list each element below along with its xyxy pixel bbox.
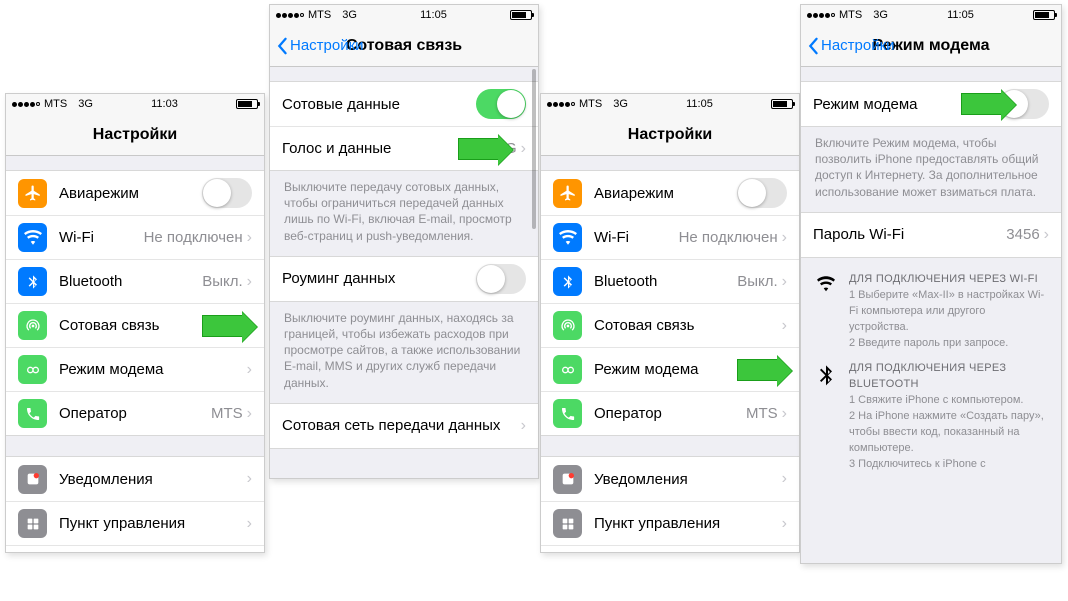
- cellular-icon: [553, 311, 582, 340]
- bluetooth-icon: [18, 267, 47, 296]
- row-carrier[interactable]: Оператор MTS ›: [6, 391, 264, 435]
- control-center-icon: [18, 509, 47, 538]
- note-hotspot: Включите Режим модема, чтобы позволить i…: [801, 127, 1061, 208]
- chevron-right-icon: ›: [247, 317, 252, 335]
- chevron-right-icon: ›: [247, 229, 252, 247]
- row-carrier[interactable]: Оператор MTS ›: [541, 391, 799, 435]
- wifi-instructions-header: ДЛЯ ПОДКЛЮЧЕНИЯ ЧЕРЕЗ WI-FI: [849, 272, 1047, 288]
- row-hotspot[interactable]: Режим модема ›: [541, 347, 799, 391]
- chevron-right-icon: ›: [247, 470, 252, 488]
- airplane-icon: [18, 179, 47, 208]
- phone-icon: [18, 399, 47, 428]
- status-bar: MTS 3G 11:05: [541, 94, 799, 114]
- phone-settings-1: MTS 3G 11:03 Настройки Авиарежим Wi-Fi Н…: [5, 93, 265, 553]
- phone-cellular: MTS 3G 11:05 Настройки Сотовая связь Сот…: [269, 4, 539, 479]
- chevron-right-icon: ›: [247, 273, 252, 291]
- row-hotspot-toggle[interactable]: Режим модема: [801, 82, 1061, 126]
- hotspot-toggle[interactable]: [999, 89, 1049, 119]
- chevron-right-icon: ›: [782, 515, 787, 533]
- notifications-icon: [18, 465, 47, 494]
- wifi-icon: [18, 223, 47, 252]
- bluetooth-glyph-icon: [815, 361, 837, 473]
- nav-bar: Настройки Сотовая связь: [270, 25, 538, 67]
- row-airplane[interactable]: Авиарежим: [541, 171, 799, 215]
- nav-bar: Настройки: [541, 114, 799, 156]
- row-notifications[interactable]: Уведомления ›: [6, 457, 264, 501]
- cell-data-toggle[interactable]: [476, 89, 526, 119]
- row-wifi[interactable]: Wi-Fi Не подключен ›: [6, 215, 264, 259]
- wifi-step-1: 1 Выберите «Max-II» в настройках Wi-Fi к…: [849, 288, 1047, 336]
- row-control-center[interactable]: Пункт управления ›: [541, 501, 799, 545]
- status-bar: MTS 3G 11:05: [270, 5, 538, 25]
- row-voice-data[interactable]: Голос и данные 3G ›: [270, 126, 538, 170]
- chevron-right-icon: ›: [247, 361, 252, 379]
- note-cellular: Выключите передачу сотовых данных, чтобы…: [270, 171, 538, 252]
- airplane-toggle[interactable]: [737, 178, 787, 208]
- row-wifi[interactable]: Wi-Fi Не подключен ›: [541, 215, 799, 259]
- row-cellular[interactable]: Сотовая связь ›: [6, 303, 264, 347]
- row-cell-network[interactable]: Сотовая сеть передачи данных ›: [270, 404, 538, 448]
- bluetooth-icon: [553, 267, 582, 296]
- chevron-right-icon: ›: [1044, 226, 1049, 244]
- scrollbar[interactable]: [532, 69, 536, 229]
- notifications-icon: [553, 465, 582, 494]
- hotspot-icon: [18, 355, 47, 384]
- row-roaming[interactable]: Роуминг данных: [270, 257, 538, 301]
- clock: 11:05: [947, 9, 974, 21]
- wifi-icon: [553, 223, 582, 252]
- chevron-right-icon: ›: [247, 515, 252, 533]
- clock: 11:05: [686, 98, 713, 110]
- back-button[interactable]: Настройки: [276, 37, 364, 55]
- page-title: Настройки: [93, 126, 177, 144]
- clock: 11:05: [420, 9, 447, 21]
- row-hotspot[interactable]: Режим модема ›: [6, 347, 264, 391]
- chevron-right-icon: ›: [782, 317, 787, 335]
- bt-step-1: 1 Свяжите iPhone с компьютером.: [849, 393, 1047, 409]
- status-bar: MTS 3G 11:03: [6, 94, 264, 114]
- row-dnd[interactable]: Не беспокоить ›: [541, 545, 799, 553]
- chevron-right-icon: ›: [782, 273, 787, 291]
- note-roaming: Выключите роуминг данных, находясь за гр…: [270, 302, 538, 399]
- control-center-icon: [553, 509, 582, 538]
- wifi-step-2: 2 Введите пароль при запросе.: [849, 336, 1047, 352]
- row-cell-data[interactable]: Сотовые данные: [270, 82, 538, 126]
- bt-step-3: 3 Подключитесь к iPhone с: [849, 457, 1047, 473]
- chevron-right-icon: ›: [782, 405, 787, 423]
- page-title: Настройки: [628, 126, 712, 144]
- row-control-center[interactable]: Пункт управления ›: [6, 501, 264, 545]
- bt-step-2: 2 На iPhone нажмите «Создать пару», чтоб…: [849, 409, 1047, 457]
- row-cellular[interactable]: Сотовая связь ›: [541, 303, 799, 347]
- bt-instructions-header: ДЛЯ ПОДКЛЮЧЕНИЯ ЧЕРЕЗ BLUETOOTH: [849, 361, 1047, 393]
- row-notifications[interactable]: Уведомления ›: [541, 457, 799, 501]
- back-button[interactable]: Настройки: [807, 37, 895, 55]
- chevron-right-icon: ›: [247, 405, 252, 423]
- chevron-right-icon: ›: [782, 229, 787, 247]
- chevron-right-icon: ›: [521, 417, 526, 435]
- row-wifi-password[interactable]: Пароль Wi-Fi 3456 ›: [801, 213, 1061, 257]
- airplane-icon: [553, 179, 582, 208]
- status-bar: MTS 3G 11:05: [801, 5, 1061, 25]
- chevron-right-icon: ›: [782, 470, 787, 488]
- row-dnd[interactable]: Не беспокоить ›: [6, 545, 264, 553]
- nav-bar: Настройки: [6, 114, 264, 156]
- row-airplane[interactable]: Авиарежим: [6, 171, 264, 215]
- chevron-right-icon: ›: [782, 361, 787, 379]
- phone-icon: [553, 399, 582, 428]
- cellular-icon: [18, 311, 47, 340]
- chevron-right-icon: ›: [521, 140, 526, 158]
- clock: 11:03: [151, 98, 178, 110]
- airplane-toggle[interactable]: [202, 178, 252, 208]
- phone-settings-2: MTS 3G 11:05 Настройки Авиарежим Wi-Fi Н…: [540, 93, 800, 553]
- wifi-glyph-icon: [815, 272, 837, 352]
- nav-bar: Настройки Режим модема: [801, 25, 1061, 67]
- row-bluetooth[interactable]: Bluetooth Выкл. ›: [6, 259, 264, 303]
- row-bluetooth[interactable]: Bluetooth Выкл. ›: [541, 259, 799, 303]
- roaming-toggle[interactable]: [476, 264, 526, 294]
- phone-hotspot: MTS 3G 11:05 Настройки Режим модема Режи…: [800, 4, 1062, 564]
- hotspot-icon: [553, 355, 582, 384]
